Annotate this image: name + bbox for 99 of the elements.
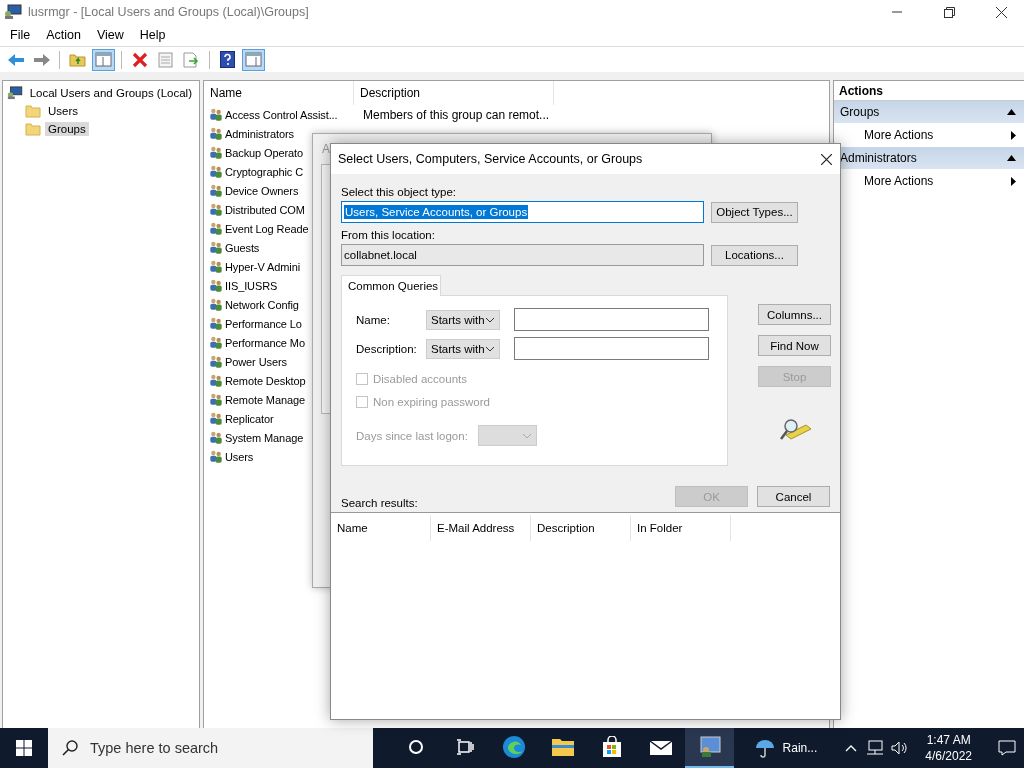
days-label: Days since last logon:	[356, 429, 468, 442]
action-pane-icon[interactable]	[245, 52, 262, 67]
query-label: Name:	[356, 313, 391, 326]
group-icon	[209, 145, 223, 160]
group-icon	[209, 126, 223, 141]
management-console-icon[interactable]	[697, 736, 722, 758]
submenu-arrow-icon	[1011, 130, 1016, 140]
column-header[interactable]: E-Mail Address	[431, 515, 531, 541]
help-icon[interactable]	[220, 51, 235, 68]
group-icon	[209, 354, 223, 369]
operator-dropdown[interactable]: Starts with	[426, 309, 500, 330]
group-icon	[209, 164, 223, 179]
delete-icon[interactable]	[131, 51, 148, 68]
location-field: collabnet.local	[341, 244, 704, 266]
chevron-up-icon[interactable]	[845, 744, 858, 752]
action-item[interactable]: More Actions	[834, 123, 1024, 147]
column-header[interactable]: Name	[204, 81, 354, 105]
close-icon	[995, 6, 1007, 18]
store-bag-icon[interactable]	[600, 736, 623, 758]
group-icon	[209, 392, 223, 407]
query-tab[interactable]: Common Queries	[341, 275, 441, 296]
menu-item[interactable]: Action	[38, 28, 89, 42]
group-icon	[209, 278, 223, 293]
minimize-icon	[892, 11, 902, 13]
group-icon	[209, 259, 223, 274]
locations-button[interactable]: Locations...	[711, 244, 798, 266]
network-icon[interactable]	[865, 740, 884, 756]
console-tree-icon[interactable]	[95, 52, 112, 67]
operator-dropdown[interactable]: Starts with	[426, 338, 500, 359]
group-icon	[209, 335, 223, 350]
menu-item[interactable]: Help	[131, 28, 174, 42]
taskbar-search-field[interactable]: Type here to search	[48, 728, 373, 768]
group-icon	[209, 240, 223, 255]
menu-item[interactable]: View	[88, 28, 132, 42]
group-icon	[209, 373, 223, 388]
browser-icon[interactable]	[501, 735, 526, 759]
weather-text[interactable]: Rain...	[782, 741, 818, 755]
collapse-icon	[1007, 155, 1016, 161]
windows-logo-icon	[16, 740, 32, 756]
group-icon	[209, 411, 223, 426]
collapse-icon	[1007, 109, 1016, 115]
group-icon	[209, 221, 223, 236]
export-list-icon[interactable]	[183, 51, 200, 68]
checkbox-label: Non expiring password	[373, 395, 490, 408]
close-icon[interactable]	[821, 153, 832, 165]
dropdown-caret-icon	[485, 345, 495, 352]
column-header[interactable]: Description	[354, 81, 554, 105]
column-header[interactable]: Name	[331, 515, 431, 541]
action-section-header[interactable]: Groups	[834, 101, 1024, 123]
notification-icon[interactable]	[998, 740, 1016, 756]
clock[interactable]: 1:47 AM 4/6/2022	[917, 732, 980, 764]
group-icon	[209, 107, 223, 122]
dialog-title: A	[322, 142, 330, 156]
dropdown-caret-icon	[485, 316, 495, 323]
restore-icon	[943, 6, 955, 18]
group-icon	[209, 183, 223, 198]
folder-icon[interactable]	[550, 737, 575, 757]
group-icon	[209, 449, 223, 464]
umbrella-icon[interactable]	[754, 738, 775, 758]
folder-icon	[25, 122, 41, 136]
menu-item[interactable]: File	[2, 28, 39, 42]
object-type-field[interactable]: Users, Service Accounts, or Groups	[341, 201, 704, 223]
group-icon	[209, 430, 223, 445]
cortana-circle-icon[interactable]	[407, 739, 424, 755]
forward-arrow-icon[interactable]	[32, 52, 51, 67]
group-name[interactable]: Access Control Assist...	[225, 108, 363, 121]
group-icon	[209, 297, 223, 312]
task-view-icon[interactable]	[455, 739, 474, 755]
action-item[interactable]: More Actions	[834, 169, 1024, 193]
object-types-button[interactable]: Object Types...	[711, 201, 798, 223]
group-icon	[209, 316, 223, 331]
column-header[interactable]: Description	[531, 515, 631, 541]
folder-up-icon[interactable]	[69, 52, 86, 67]
folder-icon	[25, 104, 41, 118]
dropdown-caret-icon	[521, 432, 532, 439]
computer-icon	[4, 4, 22, 20]
group-icon	[209, 202, 223, 217]
field-label: Select this object type:	[341, 186, 458, 198]
tree-item[interactable]: Local Users and Groups (Local)	[26, 86, 195, 100]
query-label: Description:	[356, 342, 418, 355]
field-label: From this location:	[341, 229, 436, 241]
mail-envelope-icon[interactable]	[648, 738, 673, 756]
query-input-field[interactable]	[514, 337, 709, 360]
side-button[interactable]: Columns...	[758, 304, 831, 325]
cancel-button[interactable]: Cancel	[757, 486, 830, 507]
tree-item[interactable]: Groups	[45, 122, 89, 136]
query-input-field[interactable]	[514, 308, 709, 331]
side-button[interactable]: Find Now	[758, 335, 831, 356]
checkbox-label: Disabled accounts	[373, 372, 467, 385]
volume-icon[interactable]	[891, 740, 910, 756]
computer-icon	[7, 85, 23, 101]
search-icon	[62, 740, 78, 756]
column-header[interactable]: In Folder	[631, 515, 731, 541]
back-arrow-icon[interactable]	[6, 52, 25, 67]
submenu-arrow-icon	[1011, 176, 1016, 186]
window-title: lusrmgr - [Local Users and Groups (Local)\Groups]	[28, 5, 310, 19]
dialog-title: Select Users, Computers, Service Accounts, or Groups	[338, 152, 643, 166]
tree-item[interactable]: Users	[45, 104, 82, 118]
group-description: Members of this group can remot...	[363, 107, 550, 122]
